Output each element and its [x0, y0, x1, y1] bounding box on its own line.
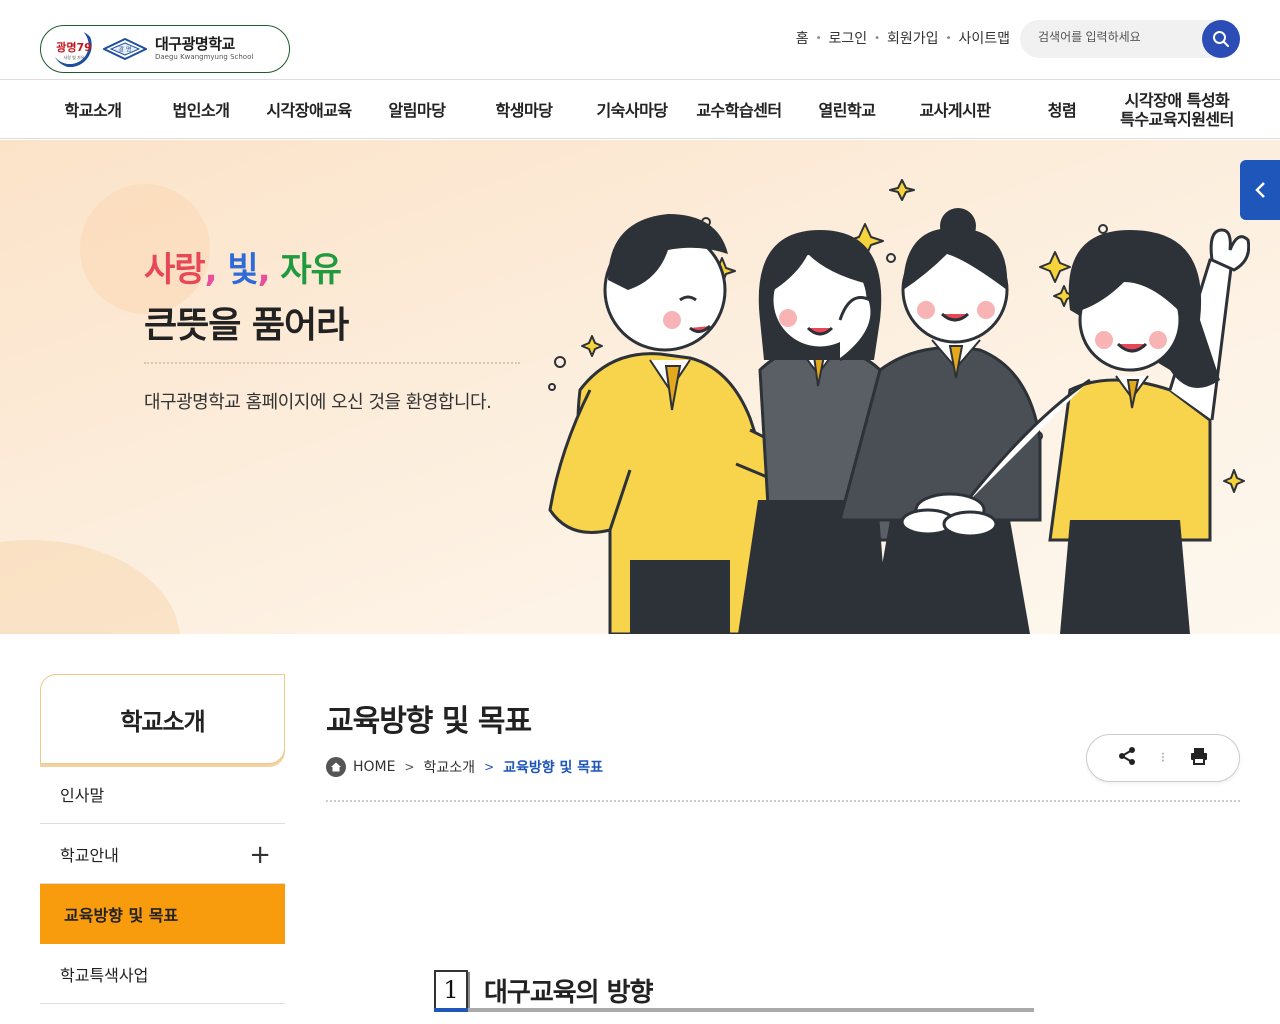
breadcrumb-current[interactable]: 교육방향 및 목표 [503, 757, 603, 777]
slogan-word-love: 사랑 [144, 250, 206, 290]
chevron-right-icon: > [404, 760, 415, 774]
hero-welcome-text: 대구광명학교 홈페이지에 오신 것을 환영합니다. [144, 392, 492, 413]
slogan-comma: , [204, 250, 218, 290]
slogan-word-freedom: 자유 [280, 250, 342, 290]
sidebar-item-special-projects[interactable]: 학교특색사업 [40, 944, 285, 1004]
section-heading: 1 대구교육의 방향 [434, 970, 653, 1010]
slogan-word-light: 빛 [227, 250, 258, 290]
search-input[interactable] [1038, 30, 1198, 44]
hero-banner: 사랑, 빛, 자유 큰뜻을 품어라 대구광명학교 홈페이지에 오신 것을 환영합… [0, 140, 1280, 634]
decor-circle [0, 540, 180, 634]
breadcrumb-section[interactable]: 학교소개 [424, 757, 476, 777]
utility-links: 홈 • 로그인 • 회원가입 • 사이트맵 [796, 28, 1010, 48]
hero-heading: 큰뜻을 품어라 [144, 305, 349, 346]
hero-slogan: 사랑, 빛, 자유 [144, 242, 342, 291]
nav-item-teacher-board[interactable]: 교사게시판 [901, 81, 1009, 139]
students-illustration [548, 179, 1250, 634]
logo-text: 대구광명학교 Daegu Kwangmyung School [155, 36, 253, 62]
anniversary-badge: 광명79 사랑 빛 자유 [53, 30, 95, 68]
sidebar-item-education-goals[interactable]: 교육방향 및 목표 [40, 884, 285, 944]
breadcrumb: HOME > 학교소개 > 교육방향 및 목표 [326, 757, 603, 777]
section-number: 1 [434, 970, 468, 1010]
share-icon [1118, 747, 1135, 765]
sidebar-title: 학교소개 [40, 674, 285, 764]
separator: • [874, 32, 881, 44]
sidebar-item-greeting[interactable]: 인사말 [40, 764, 285, 824]
section-underline [434, 1008, 1034, 1012]
separator: • [945, 32, 952, 44]
page-tools: ⁝ [1086, 734, 1240, 782]
nav-item-open-school[interactable]: 열린학교 [793, 81, 901, 139]
chevron-left-icon [1255, 182, 1265, 198]
section-title: 대구교육의 방향 [484, 977, 653, 1008]
sidebar-item-label: 인사말 [60, 785, 105, 805]
main-navigation: 학교소개 법인소개 시각장애교육 알림마당 학생마당 기숙사마당 교수학습센터 … [0, 81, 1280, 139]
emblem-text: 광 명 [119, 46, 132, 54]
page-title: 교육방향 및 목표 [326, 704, 532, 739]
search-box [1020, 20, 1240, 58]
hero-divider [144, 362, 520, 364]
expand-plus-icon[interactable]: + [249, 842, 271, 868]
util-link-home[interactable]: 홈 [796, 28, 809, 48]
nav-item-foundation[interactable]: 법인소개 [147, 81, 255, 139]
sidebar-item-label: 학교안내 [60, 845, 119, 865]
print-icon [1191, 748, 1208, 765]
print-button[interactable] [1189, 746, 1209, 770]
nav-item-visual-education[interactable]: 시각장애교육 [255, 81, 363, 139]
sidebar-item-label: 교육방향 및 목표 [64, 906, 179, 925]
nav-item-integrity[interactable]: 청렴 [1008, 81, 1116, 139]
separator: • [815, 32, 822, 44]
share-button[interactable] [1117, 746, 1137, 770]
chevron-right-icon: > [484, 760, 495, 774]
sidebar-item-label: 학교특색사업 [60, 965, 149, 985]
tool-separator: ⁝ [1160, 750, 1166, 766]
slogan-comma: , [257, 250, 271, 290]
nav-item-dormitory[interactable]: 기숙사마당 [578, 81, 686, 139]
breadcrumb-home[interactable]: HOME [353, 759, 395, 775]
school-name: 대구광명학교 [155, 35, 235, 53]
home-icon[interactable] [326, 757, 346, 777]
badge-text: 광명79 [56, 40, 92, 54]
content-divider [326, 800, 1240, 802]
nav-item-school-intro[interactable]: 학교소개 [39, 81, 147, 139]
school-emblem-icon: 광 명 [101, 37, 149, 61]
util-link-sitemap[interactable]: 사이트맵 [958, 28, 1010, 48]
school-logo[interactable]: 광명79 사랑 빛 자유 광 명 대구광명학교 Daegu Kwangmyung… [40, 25, 290, 73]
side-panel-toggle[interactable] [1240, 160, 1280, 220]
search-button[interactable] [1202, 20, 1240, 58]
badge-subtext: 사랑 빛 자유 [63, 54, 85, 60]
nav-item-student[interactable]: 학생마당 [470, 81, 578, 139]
nav-item-notice[interactable]: 알림마당 [363, 81, 471, 139]
sidebar-item-school-info[interactable]: 학교안내 + [40, 824, 285, 884]
util-link-signup[interactable]: 회원가입 [887, 28, 939, 48]
top-header: 광명79 사랑 빛 자유 광 명 대구광명학교 Daegu Kwangmyung… [0, 0, 1280, 80]
nav-item-support-center[interactable]: 시각장애 특성화 특수교육지원센터 [1112, 81, 1242, 139]
nav-item-teaching-center[interactable]: 교수학습센터 [685, 81, 793, 139]
search-icon [1213, 31, 1229, 47]
school-name-en: Daegu Kwangmyung School [155, 53, 254, 61]
util-link-login[interactable]: 로그인 [828, 28, 867, 48]
